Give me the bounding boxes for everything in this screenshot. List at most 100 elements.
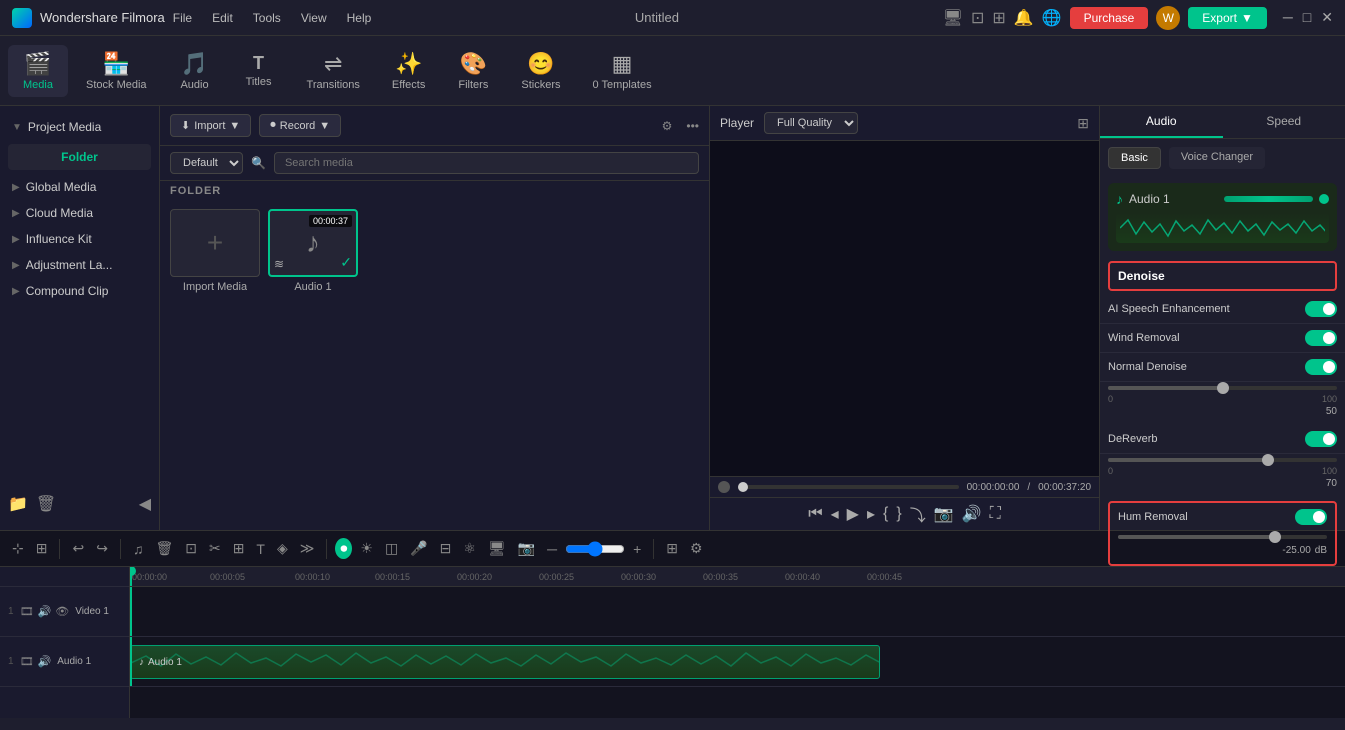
crop-button[interactable]: ⊡	[181, 536, 201, 561]
auto-enhance-button[interactable]: ☀	[356, 536, 377, 561]
import-media-thumb[interactable]: +	[170, 209, 260, 277]
sidebar-item-project-media[interactable]: ▼ Project Media	[0, 114, 159, 140]
play-button[interactable]: ▶	[847, 504, 859, 524]
dereverb-toggle[interactable]	[1305, 431, 1337, 447]
minimize-button[interactable]: ─	[1283, 9, 1293, 26]
toolbar-templates[interactable]: ▦ 0 Templates	[578, 45, 665, 97]
hum-removal-thumb[interactable]	[1269, 531, 1281, 543]
settings-tl-button[interactable]: ⚙	[686, 536, 707, 561]
frame-forward-button[interactable]: ▸	[867, 504, 875, 524]
community-icon[interactable]: 🌐	[1042, 8, 1062, 28]
subtab-voice-changer[interactable]: Voice Changer	[1169, 147, 1265, 169]
text-button[interactable]: T	[252, 537, 269, 561]
media-more-icon[interactable]: •••	[686, 119, 699, 133]
import-button[interactable]: ⬇ Import ▼	[170, 114, 251, 137]
toolbar-transitions[interactable]: ⇌ Transitions	[293, 45, 374, 97]
sidebar-item-global-media[interactable]: ▶ Global Media	[0, 174, 159, 200]
frame-back-button[interactable]: ◂	[831, 504, 839, 524]
minimize-icon[interactable]: 🖥	[943, 8, 963, 28]
fullscreen-icon[interactable]: ⊞	[992, 8, 1005, 28]
record-button[interactable]: ⏺ Record ▼	[259, 114, 341, 137]
restore-icon[interactable]: ⊡	[971, 8, 984, 28]
zoom-out-button[interactable]: ─	[543, 537, 561, 561]
multi-select-button[interactable]: ⊞	[32, 536, 52, 561]
ai-speech-toggle[interactable]	[1305, 301, 1337, 317]
more-tools-button[interactable]: ≫	[296, 536, 319, 561]
toolbar-stickers[interactable]: 😊 Stickers	[507, 45, 574, 97]
wind-removal-toggle[interactable]	[1305, 330, 1337, 346]
quality-select[interactable]: Full Quality	[764, 112, 858, 134]
toolbar-filters[interactable]: 🎨 Filters	[443, 45, 503, 97]
cut-button[interactable]: ✂	[205, 536, 225, 561]
menu-file[interactable]: File	[173, 11, 192, 25]
tab-audio[interactable]: Audio	[1100, 106, 1223, 138]
timeline-scrollbar[interactable]	[0, 718, 1345, 730]
split-button[interactable]: ◫	[381, 536, 402, 561]
timeline-progress-bar[interactable]	[738, 485, 959, 489]
insert-button[interactable]: ⤵	[910, 502, 926, 526]
sidebar-item-folder[interactable]: Folder	[8, 144, 151, 170]
audio1-mute-icon[interactable]: 🔊	[38, 655, 52, 668]
dereverb-thumb[interactable]	[1262, 454, 1274, 466]
maximize-button[interactable]: □	[1303, 9, 1311, 26]
mark-in-button[interactable]: {	[883, 505, 888, 523]
close-button[interactable]: ✕	[1321, 9, 1333, 26]
transform-button[interactable]: ⊞	[229, 536, 249, 561]
audio-clip[interactable]: ♪ Audio 1	[130, 645, 880, 679]
toolbar-stock-media[interactable]: 🏪 Stock Media	[72, 45, 161, 97]
notifications-icon[interactable]: 🔔	[1014, 8, 1034, 28]
zoom-in-button[interactable]: +	[629, 537, 645, 561]
menu-tools[interactable]: Tools	[253, 11, 281, 25]
normal-denoise-track[interactable]	[1108, 386, 1337, 390]
menu-help[interactable]: Help	[347, 11, 372, 25]
normal-denoise-toggle[interactable]	[1305, 359, 1337, 375]
volume-button[interactable]: 🔊	[962, 504, 982, 524]
record-timeline-button[interactable]: ⏺	[335, 538, 352, 559]
timeline-thumb[interactable]	[738, 482, 748, 492]
menu-edit[interactable]: Edit	[212, 11, 233, 25]
delete-clip-button[interactable]: 🗑	[151, 536, 177, 561]
dereverb-track[interactable]	[1108, 458, 1337, 462]
sidebar-item-adjustment[interactable]: ▶ Adjustment La...	[0, 252, 159, 278]
zoom-slider[interactable]	[565, 541, 625, 557]
player-settings-icon[interactable]: ⊞	[1077, 115, 1089, 132]
export-button[interactable]: Export ▼	[1188, 7, 1267, 29]
redo-button[interactable]: ↪	[92, 536, 112, 561]
toolbar-audio[interactable]: 🎵 Audio	[165, 45, 225, 97]
toolbar-effects[interactable]: ✨ Effects	[378, 45, 439, 97]
delete-icon[interactable]: 🗑	[36, 494, 56, 514]
caption-button[interactable]: ⊟	[436, 536, 456, 561]
layout-button[interactable]: ⊞	[662, 536, 682, 561]
sidebar-item-influence-kit[interactable]: ▶ Influence Kit	[0, 226, 159, 252]
search-input[interactable]	[274, 152, 699, 174]
ai-tools-button[interactable]: ⚛	[459, 536, 480, 561]
video1-mute-icon[interactable]: 🔊	[38, 605, 52, 618]
mark-out-button[interactable]: }	[896, 505, 901, 523]
toolbar-titles[interactable]: T Titles	[229, 47, 289, 94]
fullscreen-player-button[interactable]: ⛶	[990, 505, 1001, 523]
undo-button[interactable]: ↩	[68, 536, 88, 561]
tab-speed[interactable]: Speed	[1223, 106, 1345, 138]
snapshot-tl-button[interactable]: 📷	[514, 536, 539, 561]
video1-eye-icon[interactable]: 👁	[55, 605, 69, 618]
menu-view[interactable]: View	[301, 11, 327, 25]
toolbar-media[interactable]: 🎬 Media	[8, 45, 68, 97]
hum-removal-toggle[interactable]	[1295, 509, 1327, 525]
mask-button[interactable]: ◈	[273, 536, 292, 561]
snapshot-button[interactable]: 📷	[934, 504, 954, 524]
subtab-basic[interactable]: Basic	[1108, 147, 1161, 169]
collapse-sidebar-icon[interactable]: ◀	[139, 494, 151, 514]
default-select[interactable]: Default	[170, 152, 243, 174]
voice-record-button[interactable]: 🎤	[406, 536, 431, 561]
sidebar-item-cloud-media[interactable]: ▶ Cloud Media	[0, 200, 159, 226]
sidebar-item-compound-clip[interactable]: ▶ Compound Clip	[0, 278, 159, 304]
pip-button[interactable]: 🖥	[484, 536, 510, 561]
audio1-thumb[interactable]: ♪ 00:00:37 ≋ ✓	[268, 209, 358, 277]
purchase-button[interactable]: Purchase	[1070, 7, 1149, 29]
skip-back-button[interactable]: ⏮	[808, 505, 822, 523]
select-tool-button[interactable]: ⊹	[8, 536, 28, 561]
new-folder-icon[interactable]: 📁	[8, 494, 28, 514]
normal-denoise-thumb[interactable]	[1217, 382, 1229, 394]
audio-detach-button[interactable]: ♫	[129, 537, 148, 561]
hum-removal-track[interactable]	[1118, 535, 1327, 539]
